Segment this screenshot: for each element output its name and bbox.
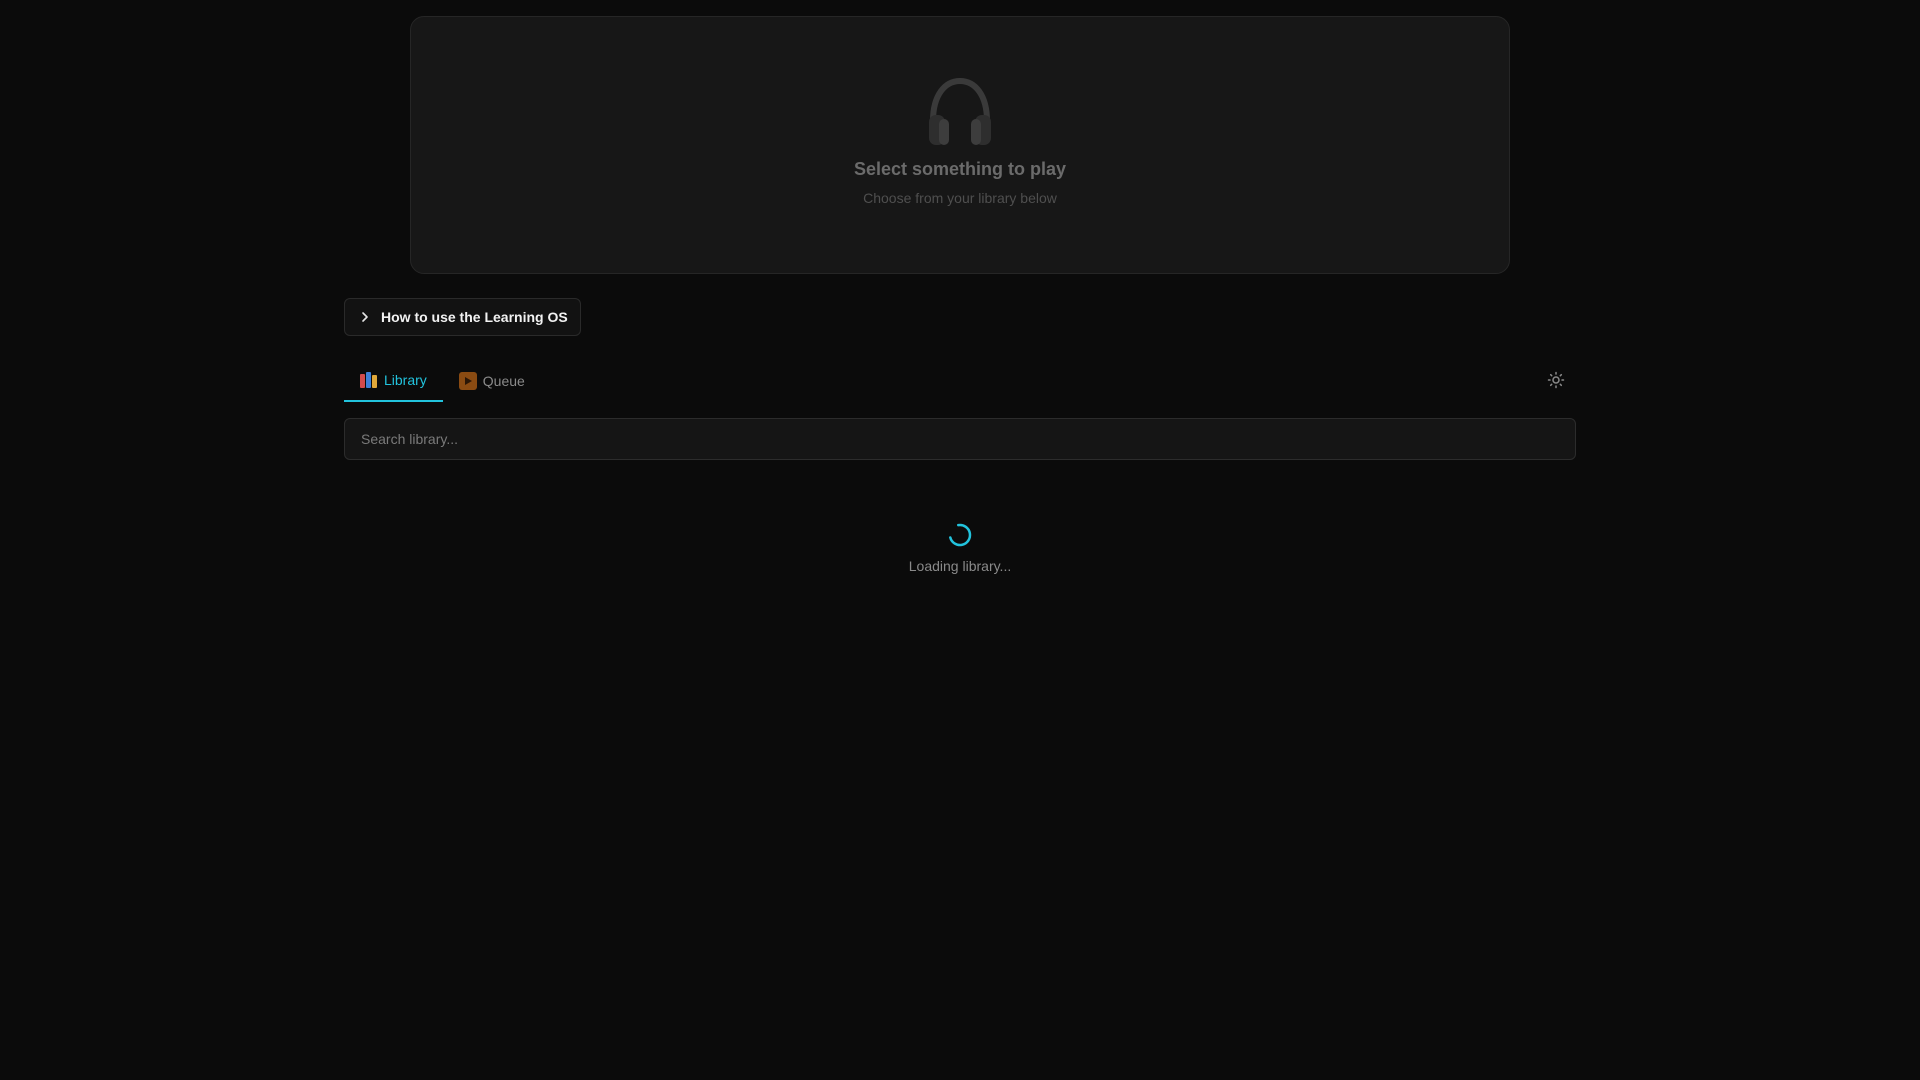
headphones-icon <box>929 77 991 145</box>
tab-bar: Library Queue <box>344 360 541 402</box>
player-subtitle: Choose from your library below <box>863 190 1057 206</box>
settings-button[interactable] <box>1544 368 1568 392</box>
loading-indicator: Loading library... <box>860 522 1060 574</box>
tab-queue-label: Queue <box>482 373 525 389</box>
chevron-right-icon <box>362 312 368 322</box>
how-to-use-label: How to use the Learning OS <box>381 309 568 325</box>
tab-queue[interactable]: Queue <box>443 360 541 402</box>
gear-icon <box>1547 371 1565 389</box>
how-to-use-toggle[interactable]: How to use the Learning OS <box>344 298 581 336</box>
tab-library-label: Library <box>384 372 427 388</box>
play-button-icon <box>458 372 477 390</box>
now-playing-placeholder: Select something to play Choose from you… <box>410 16 1510 274</box>
loading-spinner-icon <box>948 523 972 547</box>
loading-text: Loading library... <box>908 558 1012 574</box>
player-title: Select something to play <box>853 159 1067 179</box>
search-input[interactable] <box>344 418 1576 460</box>
tab-library[interactable]: Library <box>344 360 443 402</box>
books-icon <box>360 372 378 388</box>
